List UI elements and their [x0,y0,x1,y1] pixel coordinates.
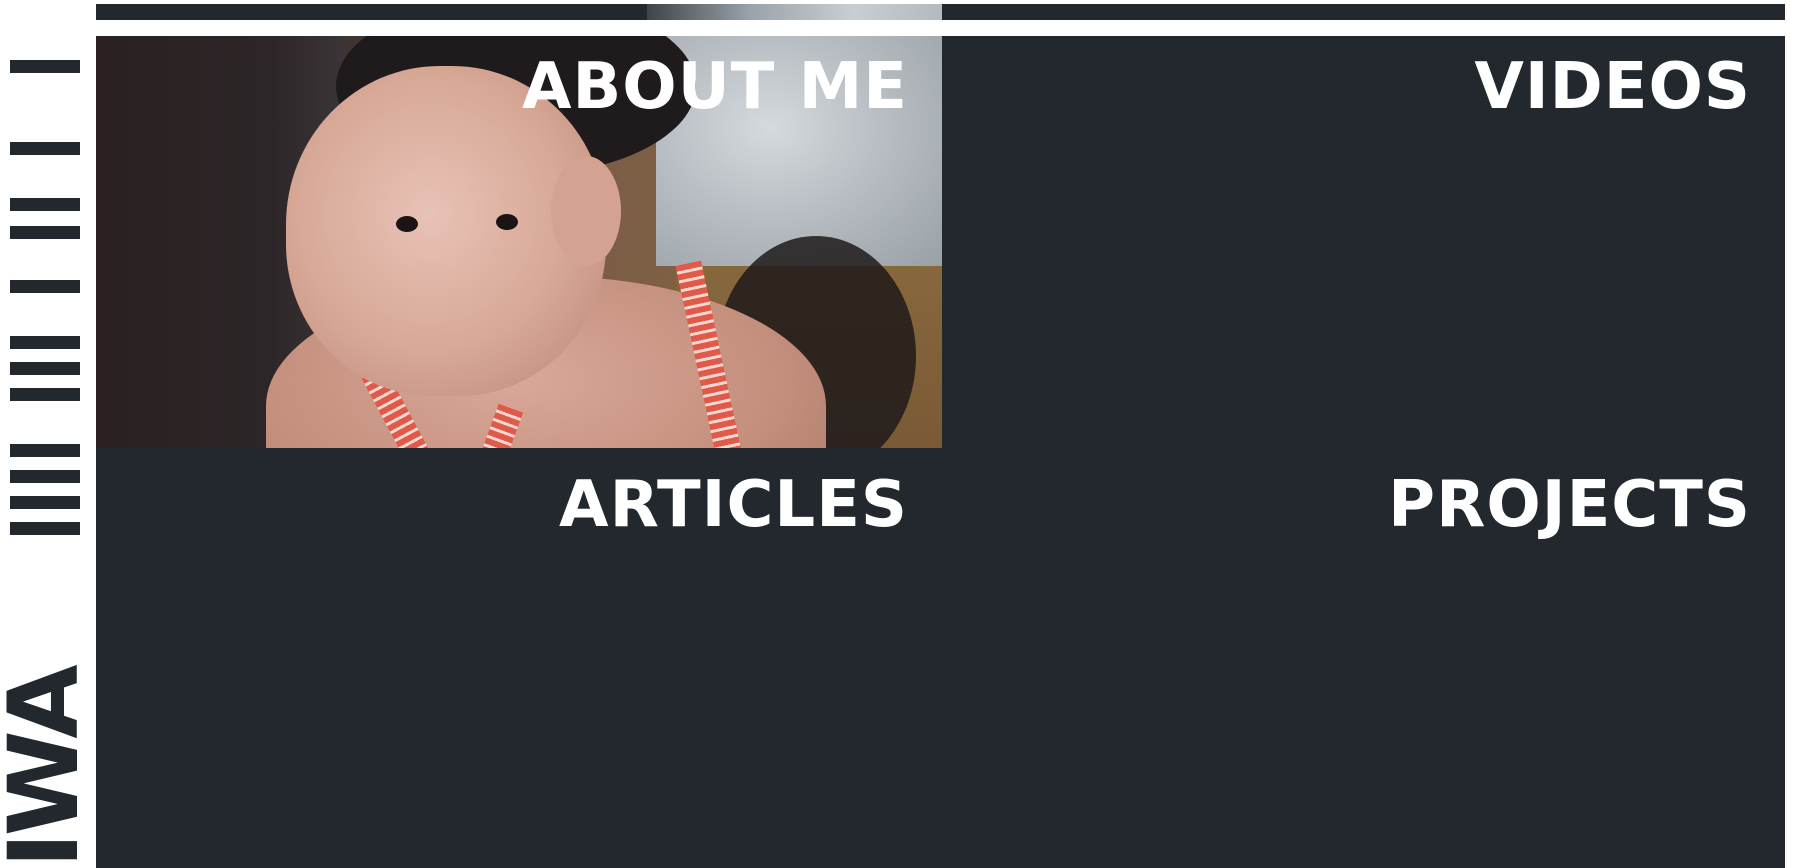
brand-mark-bar [10,522,80,535]
top-strip [96,4,1785,20]
tile-label-projects: PROJECTS [1388,468,1751,542]
brand-mark-bar [10,470,80,483]
brand-wordmark[interactable]: IWA [0,668,100,868]
brand-mark-bar [10,496,80,509]
brand-mark-bar [10,60,80,73]
brand-mark-bar [10,226,80,239]
brand-mark-bar [10,198,80,211]
photo-eye [496,214,518,230]
brand-mark-bar [10,142,80,155]
top-strip-photo [647,4,942,20]
brand-mark-bar [10,280,80,293]
tile-projects[interactable]: PROJECTS [942,448,1785,868]
tile-about-me[interactable]: ABOUT ME [96,36,942,448]
brand-mark-bar [10,336,80,349]
brand-sidebar: IWA [0,0,100,868]
tile-articles[interactable]: ARTICLES [96,448,942,868]
tile-label-articles: ARTICLES [559,468,908,542]
page: IWA ABOUT ME VIDEOS ARTICLES PROJECTS [0,0,1799,868]
brand-mark-bar [10,388,80,401]
photo-ear [551,156,621,266]
tile-label-videos: VIDEOS [1474,50,1751,124]
photo-eye [396,216,418,232]
tile-label-about-me: ABOUT ME [521,50,908,124]
brand-mark-bar [10,362,80,375]
tile-videos[interactable]: VIDEOS [942,36,1785,448]
brand-mark-bar [10,444,80,457]
nav-grid: ABOUT ME VIDEOS ARTICLES PROJECTS [96,36,1785,868]
